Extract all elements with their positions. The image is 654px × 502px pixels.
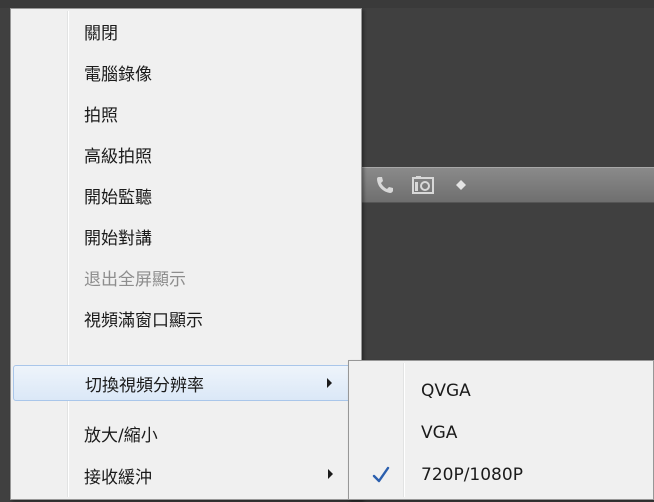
menu-item-switch-resolution[interactable]: 切換視頻分辨率 — [13, 365, 359, 401]
menu-item-label: 關閉 — [84, 23, 118, 44]
menu-item-start-listen[interactable]: 開始監聽 — [13, 177, 359, 213]
menu-item-receive-buffer[interactable]: 接收緩沖 — [13, 457, 359, 493]
video-top-strip — [0, 0, 654, 8]
submenu-item-qvga[interactable]: QVGA — [351, 371, 651, 411]
menu-item-label: 電腦錄像 — [84, 64, 152, 85]
menu-item-exit-fullscreen: 退出全屏顯示 — [13, 259, 359, 295]
menu-item-snapshot[interactable]: 拍照 — [13, 95, 359, 131]
menu-item-label: 開始對講 — [84, 228, 152, 249]
menu-item-pc-recording[interactable]: 電腦錄像 — [13, 54, 359, 90]
phone-icon[interactable] — [374, 174, 396, 196]
menu-item-start-talk[interactable]: 開始對講 — [13, 218, 359, 254]
submenu-item-720p-1080p[interactable]: 720P/1080P — [351, 455, 651, 495]
menu-item-label: 切換視頻分辨率 — [85, 375, 204, 396]
submenu-item-vga[interactable]: VGA — [351, 413, 651, 453]
screen: 關閉 電腦錄像 拍照 高級拍照 開始監聽 開始對講 退出全屏顯示 視頻滿窗口顯示… — [0, 0, 654, 502]
submenu-item-label: 720P/1080P — [421, 465, 523, 485]
menu-item-label: 視頻滿窗口顯示 — [84, 310, 203, 331]
menu-item-close[interactable]: 關閉 — [13, 13, 359, 49]
submenu-arrow-icon — [328, 469, 333, 479]
menu-item-label: 退出全屏顯示 — [84, 269, 186, 290]
submenu-item-label: VGA — [421, 423, 458, 443]
video-toolbar — [360, 167, 654, 203]
submenu-item-label: QVGA — [421, 381, 471, 401]
menu-item-fill-window[interactable]: 視頻滿窗口顯示 — [13, 300, 359, 336]
menu-item-zoom[interactable]: 放大/縮小 — [13, 415, 359, 451]
menu-item-label: 開始監聽 — [84, 187, 152, 208]
resolution-submenu: QVGA VGA 720P/1080P — [348, 360, 654, 500]
menu-item-label: 放大/縮小 — [84, 425, 158, 446]
checkmark-icon — [371, 464, 391, 486]
submenu-arrow-icon — [327, 378, 332, 388]
menu-item-label: 拍照 — [84, 105, 118, 126]
dot-icon[interactable] — [450, 174, 472, 196]
menu-item-label: 高級拍照 — [84, 146, 152, 167]
menu-item-advanced-snapshot[interactable]: 高級拍照 — [13, 136, 359, 172]
camera-icon[interactable] — [412, 174, 434, 196]
context-menu: 關閉 電腦錄像 拍照 高級拍照 開始監聽 開始對講 退出全屏顯示 視頻滿窗口顯示… — [10, 8, 362, 500]
menu-item-label: 接收緩沖 — [84, 467, 152, 488]
